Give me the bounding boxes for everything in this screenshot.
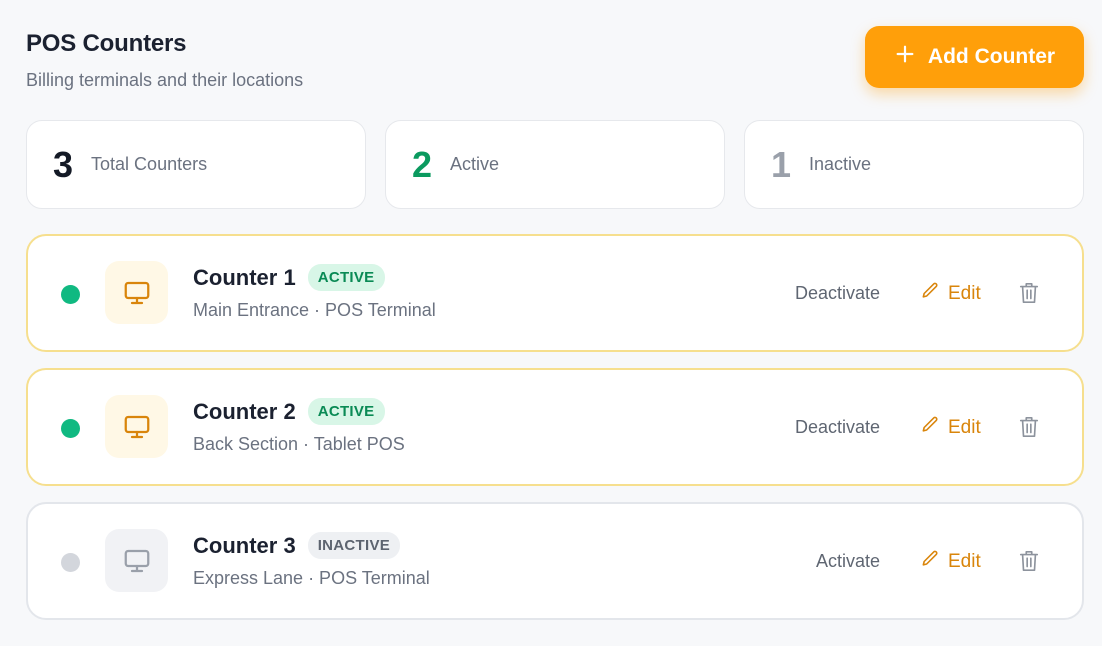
stat-card-total: 3 Total Counters bbox=[26, 120, 366, 209]
monitor-icon bbox=[105, 395, 168, 458]
counter-name: Counter 2 bbox=[193, 398, 296, 424]
stat-active-value: 2 bbox=[412, 143, 433, 185]
deactivate-button[interactable]: Deactivate bbox=[795, 283, 880, 304]
status-dot bbox=[61, 285, 80, 304]
monitor-icon bbox=[105, 261, 168, 324]
status-dot bbox=[61, 553, 80, 572]
counter-card: Counter 1 ACTIVE Main Entrance · POS Ter… bbox=[26, 234, 1084, 352]
trash-icon[interactable] bbox=[1018, 415, 1040, 439]
counter-card: Counter 2 ACTIVE Back Section · Tablet P… bbox=[26, 368, 1084, 486]
status-badge: ACTIVE bbox=[307, 264, 385, 291]
counter-card: Counter 3 INACTIVE Express Lane · POS Te… bbox=[26, 502, 1084, 620]
stat-total-value: 3 bbox=[53, 143, 74, 185]
status-badge: INACTIVE bbox=[307, 532, 401, 559]
edit-label: Edit bbox=[948, 283, 981, 304]
activate-button[interactable]: Activate bbox=[816, 551, 880, 572]
stat-total-label: Total Counters bbox=[91, 154, 208, 174]
status-dot bbox=[61, 419, 80, 438]
stat-inactive-label: Inactive bbox=[809, 154, 872, 174]
page-subtitle: Billing terminals and their locations bbox=[26, 70, 304, 90]
trash-icon[interactable] bbox=[1018, 549, 1040, 573]
trash-icon[interactable] bbox=[1018, 281, 1040, 305]
pencil-icon bbox=[920, 549, 940, 575]
pos-counters-page: POS Counters Billing terminals and their… bbox=[0, 0, 1102, 646]
pencil-icon bbox=[920, 281, 940, 307]
counter-details: Main Entrance · POS Terminal bbox=[193, 300, 436, 320]
edit-button[interactable]: Edit bbox=[920, 549, 981, 575]
edit-label: Edit bbox=[948, 417, 981, 438]
stat-card-inactive: 1 Inactive bbox=[744, 120, 1084, 209]
stat-card-active: 2 Active bbox=[385, 120, 725, 209]
add-counter-button[interactable]: Add Counter bbox=[865, 26, 1084, 88]
counter-name: Counter 3 bbox=[193, 532, 296, 558]
stat-inactive-value: 1 bbox=[771, 143, 792, 185]
edit-button[interactable]: Edit bbox=[920, 281, 981, 307]
status-badge: ACTIVE bbox=[307, 398, 385, 425]
counter-details: Back Section · Tablet POS bbox=[193, 434, 405, 454]
plus-icon bbox=[894, 43, 916, 71]
counter-name: Counter 1 bbox=[193, 264, 296, 290]
deactivate-button[interactable]: Deactivate bbox=[795, 417, 880, 438]
pencil-icon bbox=[920, 415, 940, 441]
monitor-icon bbox=[105, 529, 168, 592]
edit-label: Edit bbox=[948, 551, 981, 572]
page-title: POS Counters bbox=[26, 30, 187, 57]
edit-button[interactable]: Edit bbox=[920, 415, 981, 441]
add-counter-label: Add Counter bbox=[927, 45, 1056, 68]
counter-details: Express Lane · POS Terminal bbox=[193, 568, 430, 588]
stat-active-label: Active bbox=[450, 154, 500, 174]
